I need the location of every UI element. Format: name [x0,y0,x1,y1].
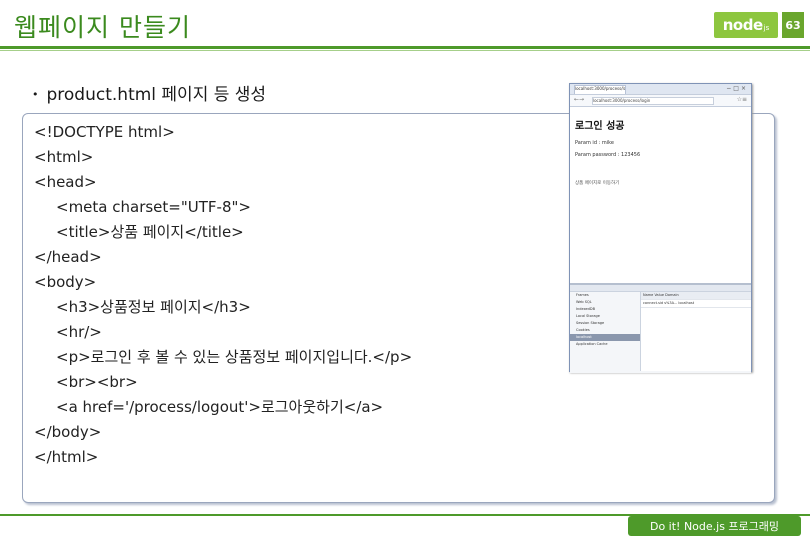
devtools-item: IndexedDB [576,307,595,311]
bullet-text: product.html 페이지 등 생성 [46,85,267,105]
footer-badge: Do it! Node.js 프로그래밍 [628,516,801,536]
page-title: 웹페이지 만들기 [14,13,191,42]
menu-icon: ☆≡ [736,96,747,103]
nodejs-logo: node js [714,12,778,38]
nav-arrows-icon: ←→ [574,96,585,103]
browser-tabbar: localhost:3000/process/login −□× [570,84,751,95]
devtools-grid: Name Value Domain connect.sid s%3A... lo… [641,292,751,371]
devtools-grid-row: connect.sid s%3A... localhost [641,300,751,308]
code-line: <!DOCTYPE html> [34,123,175,141]
code-line: </body> [34,423,102,441]
code-line: <title>상품 페이지</title> [56,223,244,241]
bullet-dot-icon: • [32,88,39,101]
code-line: <hr/> [56,323,102,341]
devtools-item: Frames [576,293,589,297]
code-line: <head> [34,173,97,191]
devtools-sidebar: Frames Web SQL IndexedDB Local Storage S… [570,292,641,371]
devtools-toolbar [570,285,751,292]
devtools-item: Local Storage [576,314,600,318]
browser-address-bar: ←→ localhost:3000/process/login ☆≡ [570,95,751,107]
window-controls-icon: −□× [726,85,748,92]
title-divider-light [0,50,810,51]
devtools-item-selected: localhost [570,334,640,341]
browser-tab: localhost:3000/process/login [574,85,626,94]
logo-sub: js [763,23,770,32]
code-line: <h3>상품정보 페이지</h3> [56,298,251,316]
code-line: </html> [34,448,99,466]
devtools-item: Cookies [576,328,590,332]
param-password-text: Param password : 123456 [575,152,641,158]
devtools-item: Session Storage [576,321,605,325]
code-line: <br><br> [56,373,138,391]
devtools-panel: Frames Web SQL IndexedDB Local Storage S… [570,283,751,373]
login-success-heading: 로그인 성공 [575,121,625,132]
product-link-text: 상품 페이지로 이동하기 [575,181,620,186]
code-line: </head> [34,248,102,266]
devtools-grid-header: Name Value Domain [641,292,751,300]
code-line: <a href='/process/logout'>로그아웃하기</a> [56,398,384,416]
url-field: localhost:3000/process/login [592,97,714,105]
code-listing: <!DOCTYPE html> <html> <head> <meta char… [34,120,412,470]
logo-text: node [722,16,763,34]
param-id-text: Param id : mike [575,140,614,146]
browser-page: 로그인 성공 Param id : mike Param password : … [570,107,751,283]
devtools-item: Application Cache [576,342,608,346]
page-number: 63 [782,12,804,38]
title-divider [0,46,810,49]
code-line: <p>로그인 후 볼 수 있는 상품정보 페이지입니다.</p> [56,348,413,366]
browser-screenshot: localhost:3000/process/login −□× ←→ loca… [569,83,752,373]
code-line: <meta charset="UTF-8"> [56,198,251,216]
code-line: <body> [34,273,97,291]
devtools-item: Web SQL [576,300,592,304]
bullet-item: • product.html 페이지 등 생성 [32,80,266,105]
code-line: <html> [34,148,94,166]
